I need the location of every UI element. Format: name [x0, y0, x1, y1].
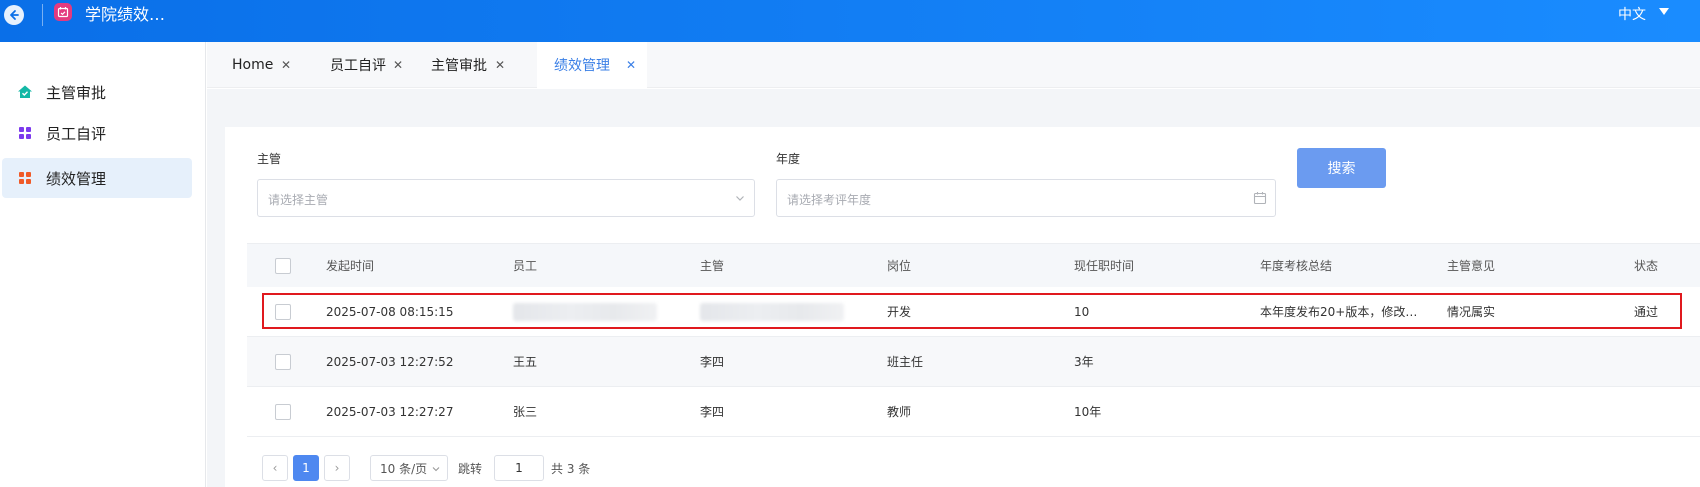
sidebar-item-label: 主管审批: [46, 83, 107, 102]
table-row[interactable]: 2025-07-08 08:15:15 开发 10 本年度发布20+版本，修改……: [247, 287, 1700, 337]
cell-summary: 本年度发布20+版本，修改…: [1260, 305, 1418, 319]
tab-label: Home: [232, 57, 274, 73]
jump-page-input[interactable]: [494, 455, 544, 481]
tab-home[interactable]: Home ✕: [207, 42, 301, 88]
search-button[interactable]: 搜索: [1297, 148, 1386, 188]
table-row[interactable]: 2025-07-03 12:27:27 张三 李四 教师 10年: [247, 387, 1700, 437]
column-header: 发起时间: [326, 259, 375, 273]
grid-icon: [19, 127, 31, 139]
back-button[interactable]: [4, 5, 24, 25]
cell-employee: 王五: [513, 355, 538, 369]
chevron-down-icon: [432, 467, 440, 472]
arrow-left-icon: [10, 10, 19, 20]
tab-label: 员工自评: [330, 58, 386, 74]
tab-performance-management[interactable]: 绩效管理 ✕: [537, 42, 647, 88]
year-filter-label: 年度: [776, 152, 801, 166]
total-count: 共 3 条: [551, 462, 591, 476]
top-divider: [42, 4, 43, 26]
cell-position: 教师: [887, 405, 912, 419]
page-button-current[interactable]: 1: [293, 455, 319, 481]
cell-tenure: 10年: [1074, 405, 1102, 419]
cell-opinion: 情况属实: [1447, 305, 1496, 319]
column-header: 年度考核总结: [1260, 259, 1333, 273]
sidebar: 主管审批 员工自评 绩效管理: [0, 42, 206, 487]
redacted-blur: [513, 302, 657, 321]
calendar-icon: [1253, 192, 1267, 205]
column-header: 状态: [1634, 259, 1659, 273]
cell-manager: 李四: [700, 405, 725, 419]
cell-time: 2025-07-03 12:27:27: [326, 404, 454, 419]
redacted-blur: [700, 302, 844, 321]
row-checkbox[interactable]: [275, 303, 291, 320]
cell-tenure: 10: [1074, 304, 1090, 319]
tab-supervisor-approval[interactable]: 主管审批 ✕: [411, 42, 521, 88]
cell-manager: [700, 287, 844, 336]
manager-select-placeholder: 请选择主管: [268, 193, 329, 207]
cell-employee: 张三: [513, 405, 538, 419]
sidebar-item-performance-management[interactable]: 绩效管理: [2, 158, 192, 198]
sidebar-item-label: 绩效管理: [46, 169, 107, 188]
prev-page-button[interactable]: ‹: [262, 455, 288, 481]
chevron-down-icon: [736, 196, 744, 201]
page-size-value: 10 条/页: [380, 461, 428, 476]
top-bar: 学院绩效… 中文: [0, 0, 1700, 42]
tab-self-review[interactable]: 员工自评 ✕: [301, 42, 411, 88]
app-title: 学院绩效…: [85, 5, 166, 24]
sidebar-item-self-review[interactable]: 员工自评: [2, 113, 192, 153]
cell-time: 2025-07-08 08:15:15: [326, 304, 454, 319]
cell-position: 班主任: [887, 355, 924, 369]
next-page-button[interactable]: ›: [324, 455, 350, 481]
column-header: 岗位: [887, 259, 912, 273]
cell-tenure: 3年: [1074, 355, 1094, 369]
column-header: 主管意见: [1447, 259, 1496, 273]
year-picker[interactable]: 请选择考评年度: [776, 179, 1276, 217]
year-picker-placeholder: 请选择考评年度: [787, 193, 872, 207]
app-logo: [54, 3, 72, 21]
cell-time: 2025-07-03 12:27:52: [326, 354, 454, 369]
close-icon[interactable]: ✕: [626, 58, 636, 72]
row-checkbox[interactable]: [275, 353, 291, 370]
close-icon[interactable]: ✕: [393, 58, 403, 72]
close-icon[interactable]: ✕: [495, 58, 505, 72]
manager-select[interactable]: 请选择主管: [257, 179, 755, 217]
tab-label: 绩效管理: [554, 58, 610, 74]
row-checkbox[interactable]: [275, 403, 291, 420]
calendar-check-icon: [57, 7, 69, 18]
tab-bar: Home ✕ 员工自评 ✕ 主管审批 ✕ 绩效管理 ✕: [207, 42, 1700, 88]
jump-label: 跳转: [458, 462, 483, 476]
close-icon[interactable]: ✕: [281, 58, 291, 72]
cell-employee: [513, 287, 657, 336]
table-row[interactable]: 2025-07-03 12:27:52 王五 李四 班主任 3年: [247, 337, 1700, 387]
tab-label: 主管审批: [431, 58, 487, 74]
cell-position: 开发: [887, 305, 912, 319]
caret-down-icon[interactable]: [1659, 8, 1669, 15]
page-size-select[interactable]: 10 条/页: [370, 455, 448, 481]
column-header: 现任职时间: [1074, 259, 1135, 273]
column-header: 主管: [700, 259, 725, 273]
sidebar-item-supervisor-approval[interactable]: 主管审批: [2, 72, 192, 112]
sidebar-item-label: 员工自评: [46, 124, 107, 143]
cell-manager: 李四: [700, 355, 725, 369]
manager-filter-label: 主管: [257, 152, 282, 166]
select-all-checkbox[interactable]: [275, 257, 291, 274]
cell-status: 通过: [1634, 305, 1659, 319]
table-header: 发起时间 员工 主管 岗位 现任职时间 年度考核总结 主管意见 状态: [247, 243, 1700, 287]
house-check-icon: [18, 85, 32, 98]
language-switcher[interactable]: 中文: [1618, 5, 1646, 25]
column-header: 员工: [513, 259, 538, 273]
grid-icon: [19, 172, 31, 184]
